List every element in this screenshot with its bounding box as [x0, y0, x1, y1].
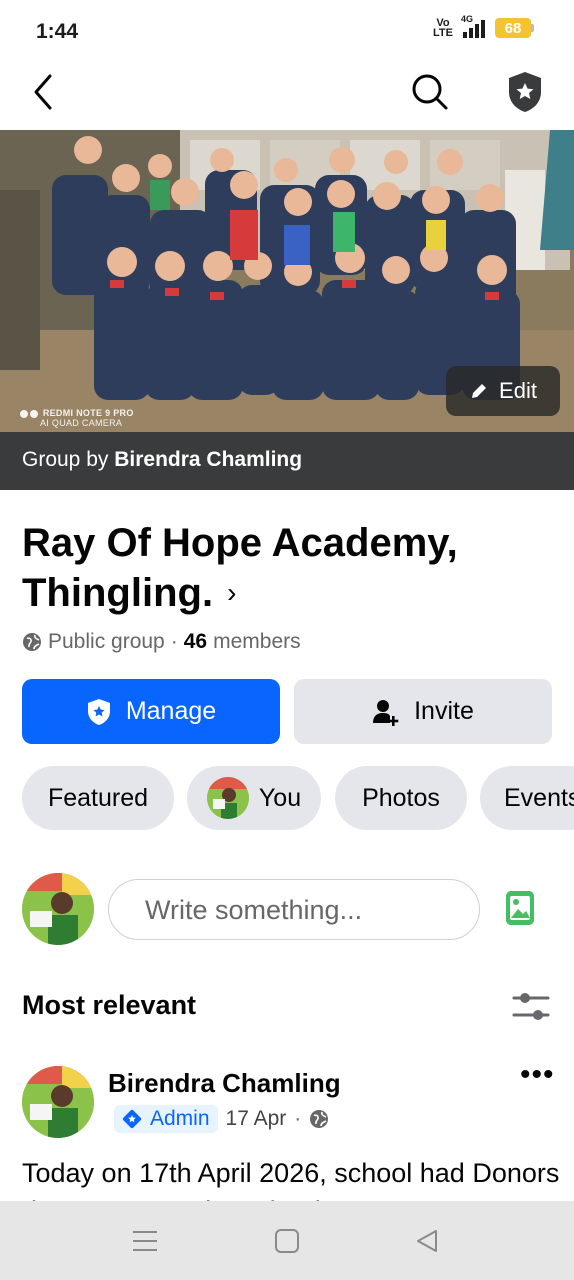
feed-sort-label[interactable]: Most relevant [22, 990, 196, 1021]
status-icons: Vo LTE 4G 68 [433, 14, 534, 39]
edit-label: Edit [499, 378, 537, 403]
avatar [206, 777, 249, 819]
members-label: members [213, 630, 301, 653]
add-person-icon [373, 699, 399, 726]
home-square-icon[interactable] [273, 1227, 301, 1255]
member-count: 46 [183, 630, 208, 653]
shield-star-icon [87, 698, 110, 725]
status-bar: 1:44 Vo LTE 4G 68 [0, 0, 574, 62]
post-date[interactable]: 17 Apr [226, 1107, 287, 1131]
privacy-label: Public group [48, 630, 165, 653]
post-author[interactable]: Birendra Chamling [108, 1068, 341, 1099]
chevron-right-icon: › [227, 577, 237, 608]
edit-cover-button[interactable]: Edit [446, 366, 560, 416]
filter-icon[interactable] [512, 990, 550, 1024]
volte-indicator: Vo LTE [433, 17, 453, 39]
manage-label: Manage [125, 697, 217, 725]
invite-label: Invite [414, 697, 474, 725]
globe-icon [23, 633, 41, 651]
avatar[interactable] [22, 1066, 94, 1138]
more-options-icon[interactable]: ••• [520, 1060, 556, 1092]
tab-events[interactable]: Events [480, 766, 574, 830]
post-meta: Admin 17 Apr · [114, 1105, 329, 1133]
avatar[interactable] [22, 873, 94, 945]
group-title[interactable]: Ray Of Hope Academy, Thingling. › [22, 518, 562, 618]
shield-star-icon[interactable] [504, 68, 546, 116]
tab-photos[interactable]: Photos [335, 766, 467, 830]
battery-level: 68 [495, 18, 531, 38]
group-creator-name: Birendra Chamling [114, 448, 303, 471]
admin-label: Admin [150, 1107, 210, 1130]
network-type: 4G [461, 14, 474, 24]
invite-button[interactable]: Invite [294, 679, 552, 744]
write-something-input[interactable]: Write something... [108, 879, 480, 940]
status-time: 1:44 [36, 20, 79, 43]
system-nav-bar [0, 1201, 574, 1280]
tab-featured[interactable]: Featured [22, 766, 174, 830]
signal-icon: 4G [461, 14, 485, 38]
group-by-banner[interactable]: Group by Birendra Chamling [0, 432, 574, 490]
group-by-prefix: Group by [22, 448, 115, 471]
tab-you[interactable]: You [187, 766, 321, 830]
menu-icon[interactable] [131, 1227, 159, 1255]
post-text[interactable]: Today on 17th April 2026, school had Don… [22, 1154, 562, 1202]
battery-icon: 68 [495, 18, 534, 38]
manage-button[interactable]: Manage [22, 679, 280, 744]
group-title-text: Ray Of Hope Academy, Thingling. [22, 521, 458, 615]
search-icon[interactable] [408, 70, 452, 114]
admin-diamond-icon [122, 1109, 142, 1129]
group-meta: Public group · 46 members [22, 630, 301, 654]
pencil-icon [472, 384, 487, 398]
top-nav [0, 62, 574, 124]
globe-icon [310, 1110, 329, 1128]
chevron-left-icon[interactable] [26, 72, 60, 112]
photo-icon[interactable] [505, 890, 535, 926]
admin-badge[interactable]: Admin [114, 1105, 218, 1133]
back-triangle-icon[interactable] [413, 1227, 441, 1255]
camera-watermark: REDMI NOTE 9 PRO AI QUAD CAMERA [20, 408, 134, 428]
cover-photo[interactable]: REDMI NOTE 9 PRO AI QUAD CAMERA Edit [0, 130, 574, 432]
